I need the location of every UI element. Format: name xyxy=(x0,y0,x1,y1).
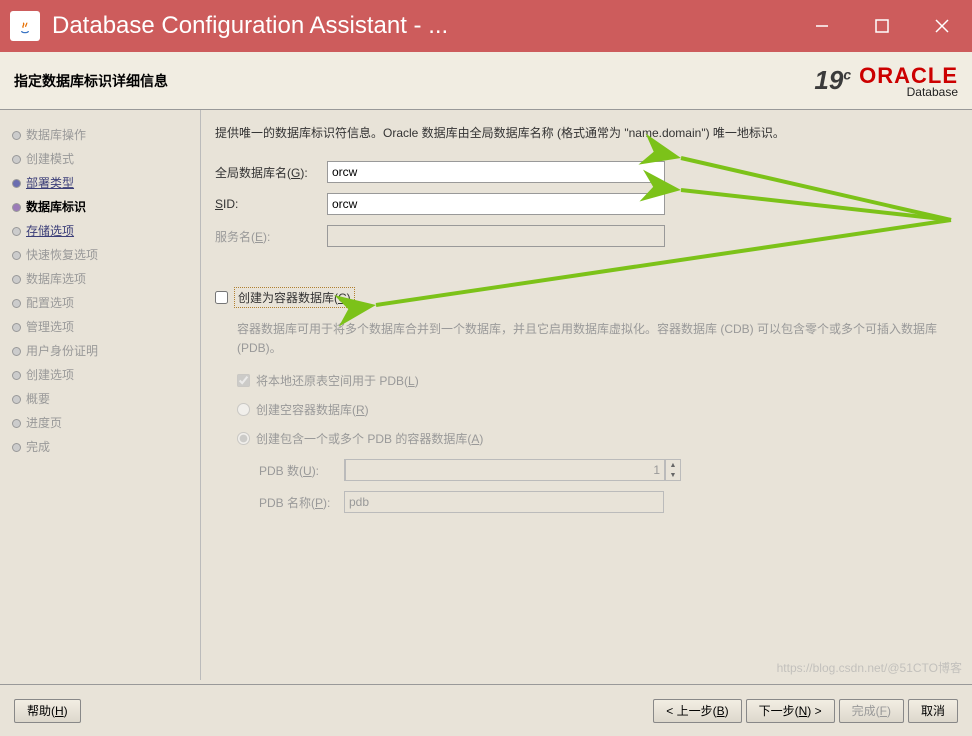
header-band: 指定数据库标识详细信息 19c ORACLEDatabase xyxy=(0,52,972,110)
pdb-count-input xyxy=(345,459,665,481)
wizard-step-2[interactable]: 部署类型 xyxy=(10,170,194,194)
with-pdb-label: 创建包含一个或多个 PDB 的容器数据库(A) xyxy=(256,430,483,447)
brand-logo: 19c ORACLEDatabase xyxy=(814,63,958,99)
global-db-label: 全局数据库名(G): xyxy=(215,164,327,181)
wizard-sidebar: 数据库操作创建模式部署类型数据库标识存储选项快速恢复选项数据库选项配置选项管理选… xyxy=(0,110,200,680)
minimize-button[interactable] xyxy=(792,0,852,52)
wizard-step-1: 创建模式 xyxy=(10,146,194,170)
watermark: https://blog.csdn.net/@51CTO博客 xyxy=(777,659,962,676)
wizard-step-4[interactable]: 存储选项 xyxy=(10,218,194,242)
wizard-step-13: 完成 xyxy=(10,434,194,458)
spinner-down-icon: ▼ xyxy=(666,470,680,480)
container-label: 创建为容器数据库(C) xyxy=(234,287,355,308)
service-label: 服务名(E): xyxy=(215,228,327,245)
next-button[interactable]: 下一步(N) > xyxy=(746,699,835,723)
close-button[interactable] xyxy=(912,0,972,52)
container-checkbox[interactable] xyxy=(215,291,228,304)
wizard-step-9: 用户身份证明 xyxy=(10,338,194,362)
wizard-step-10: 创建选项 xyxy=(10,362,194,386)
with-pdb-radio xyxy=(237,432,250,445)
pdb-name-input xyxy=(344,491,664,513)
sid-input[interactable] xyxy=(327,193,665,215)
global-db-input[interactable] xyxy=(327,161,665,183)
wizard-step-5: 快速恢复选项 xyxy=(10,242,194,266)
description-text: 提供唯一的数据库标识符信息。Oracle 数据库由全局数据库名称 (格式通常为 … xyxy=(215,124,952,141)
pdb-count-label: PDB 数(U): xyxy=(259,462,344,479)
wizard-step-12: 进度页 xyxy=(10,410,194,434)
service-input xyxy=(327,225,665,247)
window-title: Database Configuration Assistant - ... xyxy=(52,12,792,40)
wizard-step-6: 数据库选项 xyxy=(10,266,194,290)
main-panel: 提供唯一的数据库标识符信息。Oracle 数据库由全局数据库名称 (格式通常为 … xyxy=(200,110,972,680)
pdb-name-label: PDB 名称(P): xyxy=(259,494,344,511)
spinner-up-icon: ▲ xyxy=(666,460,680,470)
titlebar: Database Configuration Assistant - ... xyxy=(0,0,972,52)
wizard-step-7: 配置选项 xyxy=(10,290,194,314)
empty-cdb-radio xyxy=(237,403,250,416)
java-icon xyxy=(10,11,40,41)
help-button[interactable]: 帮助(H) xyxy=(14,699,81,723)
empty-cdb-label: 创建空容器数据库(R) xyxy=(256,401,369,418)
finish-button: 完成(F) xyxy=(839,699,904,723)
pdb-count-spinner: ▲▼ xyxy=(344,459,681,481)
page-title: 指定数据库标识详细信息 xyxy=(14,71,168,91)
wizard-step-11: 概要 xyxy=(10,386,194,410)
back-button[interactable]: < 上一步(B) xyxy=(653,699,741,723)
local-undo-label: 将本地还原表空间用于 PDB(L) xyxy=(256,372,419,389)
container-description: 容器数据库可用于将多个数据库合并到一个数据库，并且它启用数据库虚拟化。容器数据库… xyxy=(237,320,952,358)
footer-bar: 帮助(H) < 上一步(B) 下一步(N) > 完成(F) 取消 xyxy=(0,684,972,736)
local-undo-checkbox xyxy=(237,374,250,387)
sid-label: SID: xyxy=(215,197,327,211)
wizard-step-3: 数据库标识 xyxy=(10,194,194,218)
cancel-button[interactable]: 取消 xyxy=(908,699,958,723)
maximize-button[interactable] xyxy=(852,0,912,52)
wizard-step-0: 数据库操作 xyxy=(10,122,194,146)
wizard-step-8: 管理选项 xyxy=(10,314,194,338)
